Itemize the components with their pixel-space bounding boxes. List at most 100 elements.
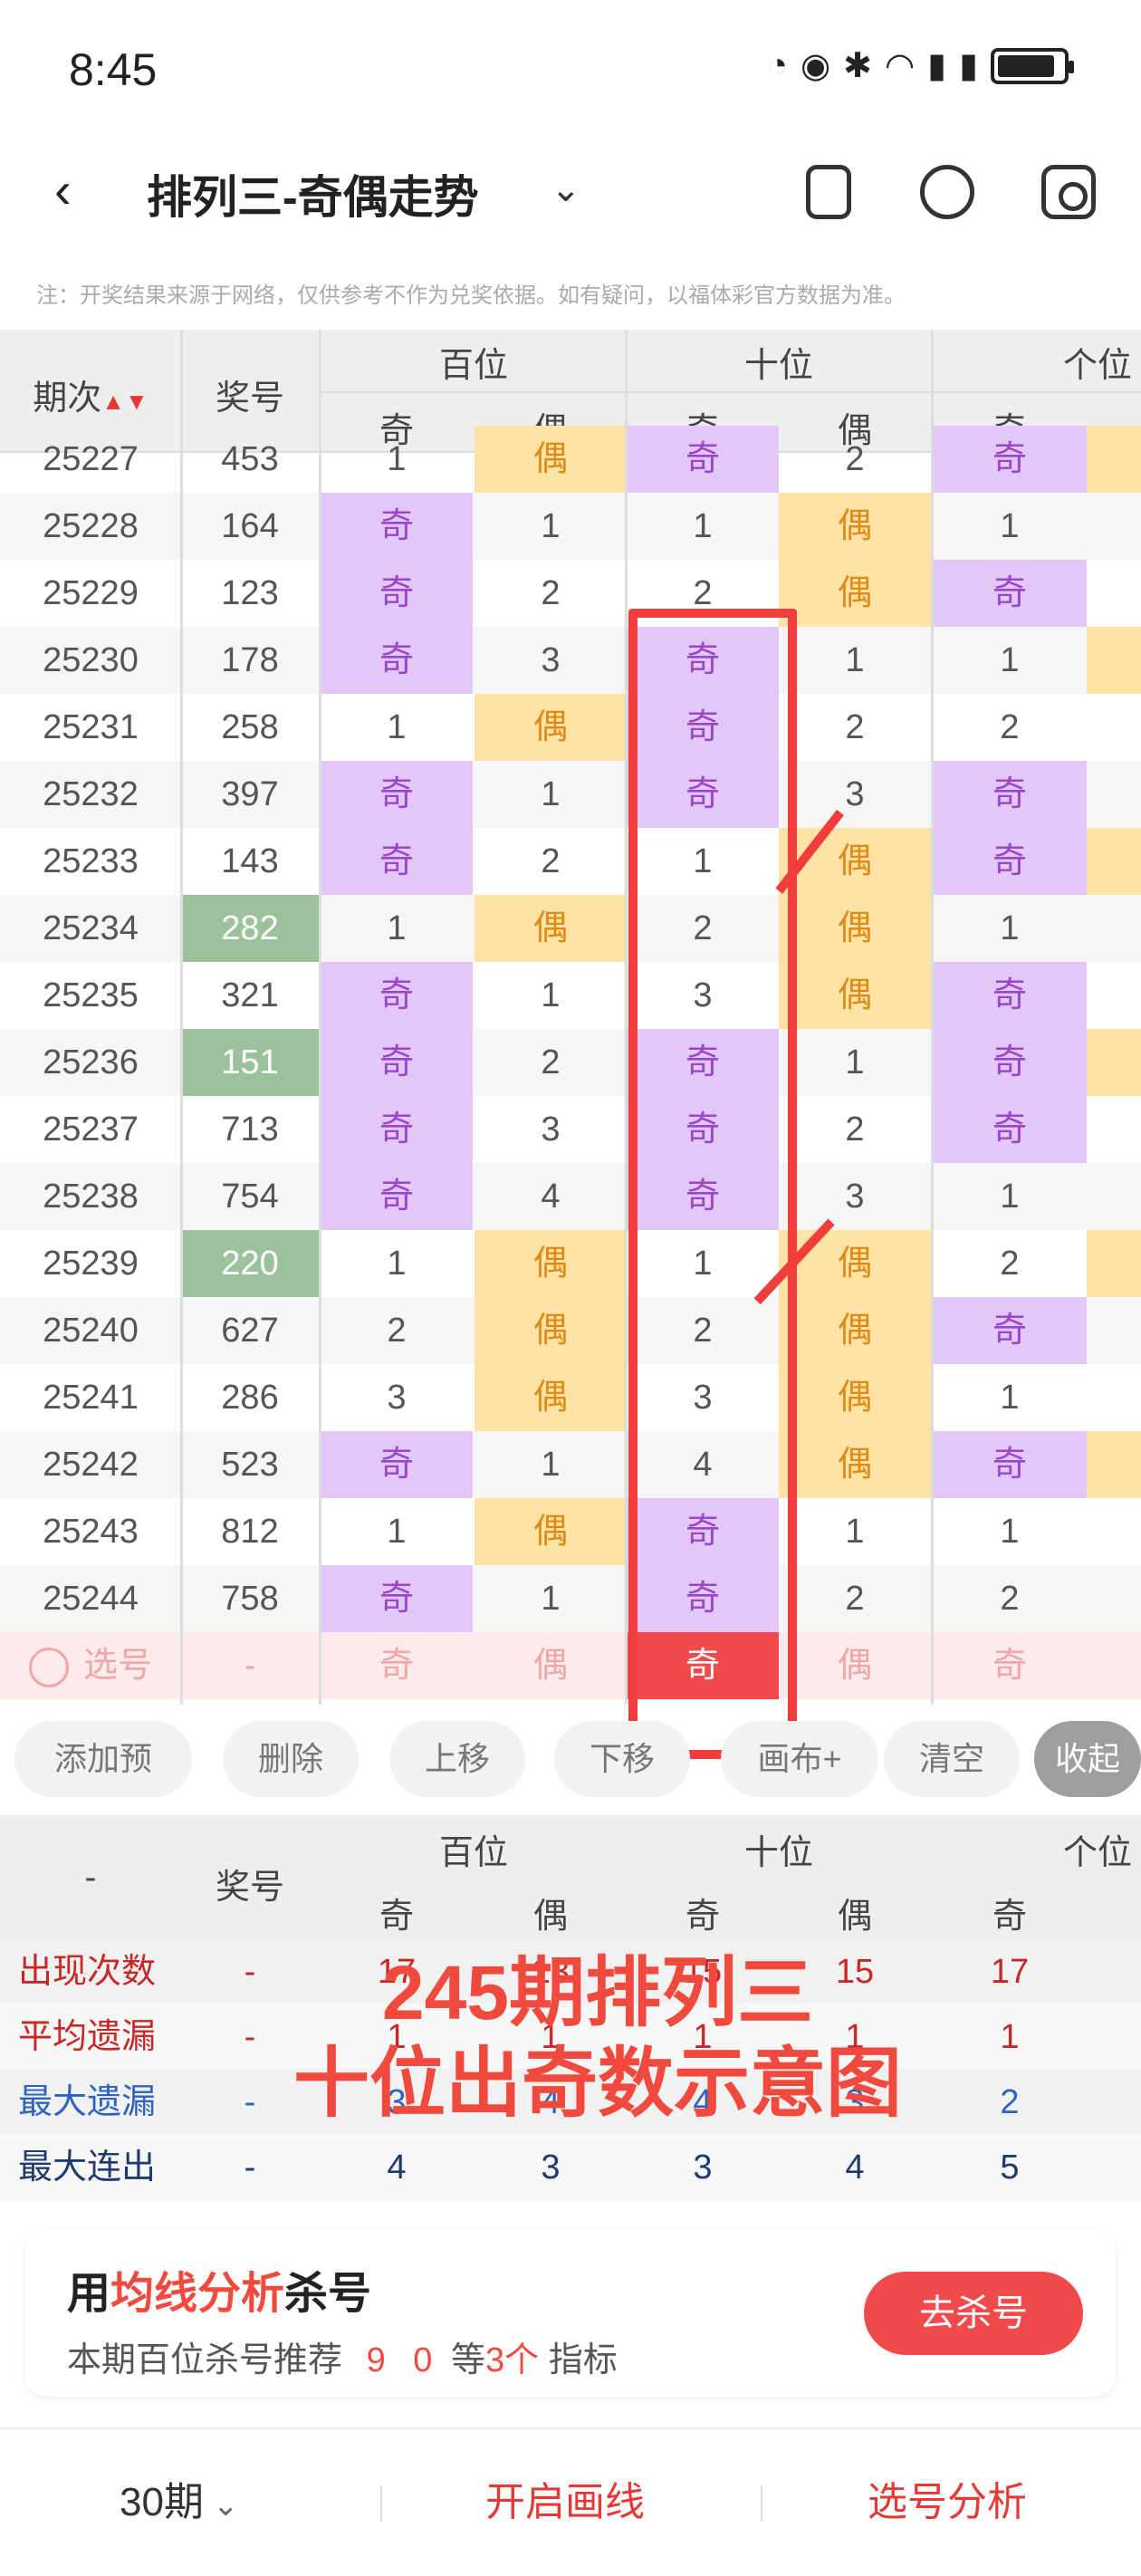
stats-value: 4: [387, 2148, 407, 2187]
overflow-cell: [1087, 1230, 1141, 1297]
table-row: 25236 151 奇 2 奇 1 奇: [0, 1029, 1141, 1096]
stats-sub-odd: 奇: [685, 1898, 720, 1936]
period-header[interactable]: 期次▲▼: [0, 370, 181, 419]
trend-cell: 1: [387, 708, 407, 746]
share-icon[interactable]: [920, 165, 974, 219]
stats-value: 5: [1000, 2148, 1020, 2187]
stats-label: 平均遗漏: [18, 2018, 157, 2056]
stats-sub-even: 偶: [837, 1898, 872, 1936]
pick-row-label[interactable]: 选号: [0, 1632, 181, 1699]
trend-cell: 奇: [627, 694, 779, 761]
phone-icon[interactable]: [806, 165, 851, 219]
trend-cell: 奇: [321, 761, 473, 828]
gear-icon[interactable]: [1041, 165, 1096, 219]
eye-icon: ◉: [800, 47, 831, 85]
trend-cell: 偶: [475, 694, 627, 761]
status-bar: 8:45 ◔ ◉ ✱ ◠ ▮ ▮: [0, 0, 1141, 136]
circle-icon[interactable]: [28, 1647, 69, 1687]
enable-drawing-button[interactable]: 开启画线: [485, 2469, 645, 2527]
table-row: 25231 258 1 偶奇 2 2: [0, 694, 1141, 761]
stats-value: 17: [990, 1953, 1030, 1991]
add-preselect-button[interactable]: 添加预选: [14, 1721, 192, 1853]
app-header: ‹ 排列三-奇偶走势 ⌄: [0, 136, 1141, 245]
number-cell: 754: [221, 1177, 279, 1216]
trend-cell: 奇: [321, 560, 473, 627]
tens-group-header: 十位: [743, 347, 813, 385]
table-row: 25241 286 3 偶 3 偶 1: [0, 1364, 1141, 1431]
trend-cell: 奇: [933, 1431, 1087, 1498]
table-row: 25230 178 奇 3 奇 1 1: [0, 627, 1141, 694]
trend-cell: 2: [845, 1110, 865, 1149]
table-row: 25244 758 奇 1 奇 2 2: [0, 1565, 1141, 1632]
trend-cell: 奇: [627, 1096, 779, 1163]
overlay-caption-line2: 十位出奇数示意图: [292, 2041, 902, 2126]
trend-cell: 奇: [321, 1565, 473, 1632]
sort-icon[interactable]: ▲▼: [101, 388, 148, 415]
trend-cell: 偶: [779, 1364, 931, 1431]
trend-cell: 偶: [475, 426, 627, 493]
trend-cell: 1: [387, 909, 407, 947]
period-selector[interactable]: 30期 ⌄: [120, 2469, 238, 2527]
period-cell: 25239: [43, 1245, 139, 1283]
trend-cell: 2: [541, 574, 561, 612]
move-down-button[interactable]: 下移: [554, 1721, 690, 1797]
trend-cell: 偶: [475, 895, 627, 962]
overflow-cell: [1087, 1498, 1141, 1565]
pick-cell[interactable]: 奇: [321, 1632, 473, 1699]
chevron-down-icon: ⌄: [212, 2488, 239, 2523]
trend-cell: 奇: [321, 962, 473, 1029]
back-icon[interactable]: ‹: [54, 163, 109, 217]
trend-cell: 2: [845, 440, 865, 478]
canvas-add-button[interactable]: 画布+: [721, 1721, 878, 1797]
table-row: 25239 220 1 偶 1 偶 2: [0, 1230, 1141, 1297]
number-cell: 758: [221, 1580, 279, 1618]
kill-number-button[interactable]: 去杀号: [864, 2272, 1083, 2355]
trend-cell: 奇: [933, 761, 1087, 828]
clear-button[interactable]: 清空: [884, 1721, 1020, 1797]
trend-cell: 1: [1000, 1177, 1020, 1216]
hundreds-group-header: 百位: [438, 347, 508, 385]
trend-cell: 1: [845, 1043, 865, 1081]
trend-cell: 奇: [933, 426, 1087, 493]
pick-analysis-button[interactable]: 选号分析: [868, 2469, 1027, 2527]
period-cell: 25241: [43, 1379, 139, 1417]
pick-cell[interactable]: 偶: [779, 1632, 931, 1699]
trend-cell: 1: [387, 1245, 407, 1283]
overflow-cell: [1087, 1297, 1141, 1364]
pick-cell[interactable]: 奇: [627, 1632, 779, 1699]
pick-cell[interactable]: 奇: [933, 1632, 1087, 1699]
move-up-button[interactable]: 上移: [389, 1721, 525, 1797]
period-cell: 25238: [43, 1177, 139, 1216]
number-cell: 523: [221, 1446, 279, 1484]
trend-cell: 1: [541, 1446, 561, 1484]
trend-cell: 1: [845, 641, 865, 679]
trend-cell: 1: [387, 440, 407, 478]
table-row: 25234 282 1 偶 2 偶 1: [0, 895, 1141, 962]
trend-cell: 3: [387, 1379, 407, 1417]
overlay-caption-line1: 245期排列三: [381, 1950, 814, 2035]
action-bar: 添加预选 删除 上移 下移 画布+ 清空 收起: [0, 1705, 1141, 1853]
trend-cell: 1: [541, 1580, 561, 1618]
overflow-cell: [1087, 761, 1141, 828]
signal-icon-2: ▮: [959, 47, 978, 85]
trend-cell: 3: [541, 641, 561, 679]
overflow-cell: [1087, 962, 1141, 1029]
trend-cell: 2: [541, 842, 561, 880]
delete-button[interactable]: 删除: [223, 1721, 359, 1797]
overflow-cell: [1087, 694, 1141, 761]
number-cell: 151: [181, 1029, 319, 1096]
bluetooth-icon: ✱: [843, 47, 872, 85]
page-title[interactable]: 排列三-奇偶走势: [147, 161, 479, 226]
number-cell: 321: [221, 976, 279, 1014]
trend-cell: 1: [541, 976, 561, 1014]
overflow-cell: [1087, 493, 1141, 560]
period-cell: 25237: [43, 1110, 139, 1149]
trend-cell: 偶: [779, 560, 931, 627]
collapse-button[interactable]: 收起: [1034, 1721, 1141, 1797]
pick-cell[interactable]: 偶: [475, 1632, 627, 1699]
wifi-icon: ◠: [884, 47, 916, 85]
chevron-down-icon[interactable]: ⌄: [551, 168, 581, 210]
trend-cell: 奇: [321, 493, 473, 560]
trend-cell: 奇: [627, 1029, 779, 1096]
period-cell: 25229: [43, 574, 139, 612]
